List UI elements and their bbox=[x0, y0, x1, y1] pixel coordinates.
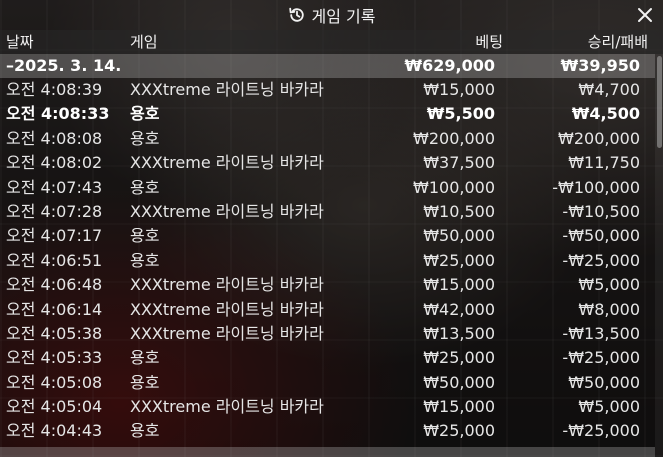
history-row[interactable]: 오전 4:06:51 용호 ₩25,000 -₩25,000 bbox=[0, 249, 655, 273]
row-time: 오전 4:06:14 bbox=[6, 299, 103, 319]
close-icon bbox=[638, 8, 652, 22]
row-time: 오전 4:08:39 bbox=[6, 80, 103, 99]
history-row[interactable]: 오전 4:06:48 XXXtreme 라이트닝 바카라 ₩15,000 ₩5,… bbox=[0, 273, 655, 297]
row-bet: ₩5,500 bbox=[426, 104, 495, 124]
row-time: 오전 4:08:02 bbox=[6, 153, 103, 173]
row-game: XXXtreme 라이트닝 바카라 bbox=[130, 299, 324, 319]
row-result: -₩25,000 bbox=[562, 421, 640, 441]
row-game: XXXtreme 라이트닝 바카라 bbox=[130, 397, 324, 417]
row-time: 오전 4:05:04 bbox=[6, 397, 103, 417]
table-header: 날짜 게임 베팅 승리/패배 bbox=[0, 30, 663, 54]
row-result: ₩5,000 bbox=[578, 275, 640, 295]
history-row[interactable]: 오전 4:05:33 용호 ₩25,000 -₩25,000 bbox=[0, 346, 655, 370]
row-time: 오전 4:06:48 bbox=[6, 275, 103, 295]
row-time: 오전 4:08:33 bbox=[6, 104, 110, 124]
row-game: 용호 bbox=[130, 177, 160, 197]
history-row[interactable]: 오전 4:04:43 용호 ₩25,000 -₩25,000 bbox=[0, 419, 655, 443]
history-row[interactable]: 오전 4:07:43 용호 ₩100,000 -₩100,000 bbox=[0, 176, 655, 200]
page-title: 게임 기록 bbox=[311, 7, 376, 26]
close-button[interactable] bbox=[635, 5, 655, 25]
row-time: 오전 4:07:17 bbox=[6, 226, 103, 246]
row-bet: ₩13,500 bbox=[423, 323, 495, 343]
row-result: ₩5,000 bbox=[578, 397, 640, 417]
history-row[interactable]: 오전 4:08:08 용호 ₩200,000 ₩200,000 bbox=[0, 127, 655, 151]
row-time: 오전 4:08:08 bbox=[6, 128, 103, 148]
header-result: 승리/패배 bbox=[587, 33, 648, 51]
history-row[interactable]: 오전 4:05:38 XXXtreme 라이트닝 바카라 ₩13,500 -₩1… bbox=[0, 322, 655, 346]
next-date-summary-row[interactable] bbox=[0, 447, 655, 457]
row-game: 용호 bbox=[130, 104, 160, 124]
row-time: 오전 4:07:43 bbox=[6, 177, 103, 197]
row-bet: ₩50,000 bbox=[423, 226, 495, 246]
row-bet: ₩25,000 bbox=[423, 421, 495, 441]
row-time: 오전 4:06:51 bbox=[6, 250, 103, 270]
row-result: ₩4,700 bbox=[578, 80, 640, 99]
row-result: ₩4,500 bbox=[571, 104, 640, 124]
row-bet: ₩25,000 bbox=[423, 250, 495, 270]
row-time: 오전 4:04:43 bbox=[6, 421, 103, 441]
row-bet: ₩10,500 bbox=[423, 201, 495, 221]
row-time: 오전 4:07:28 bbox=[6, 201, 103, 221]
row-game: XXXtreme 라이트닝 바카라 bbox=[130, 153, 324, 173]
row-bet: ₩200,000 bbox=[413, 128, 495, 148]
title-bar: 게임 기록 bbox=[0, 0, 663, 30]
row-result: -₩100,000 bbox=[552, 177, 640, 197]
row-game: 용호 bbox=[130, 250, 160, 270]
row-bet: ₩25,000 bbox=[423, 348, 495, 368]
row-result: ₩50,000 bbox=[568, 372, 640, 392]
history-row[interactable]: 오전 4:08:02 XXXtreme 라이트닝 바카라 ₩37,500 ₩11… bbox=[0, 151, 655, 175]
history-row[interactable]: 오전 4:05:08 용호 ₩50,000 ₩50,000 bbox=[0, 371, 655, 395]
row-result: ₩200,000 bbox=[558, 128, 640, 148]
game-history-panel: 게임 기록 날짜 게임 베팅 승리/패배 –2025. 3. 14. ₩629,… bbox=[0, 0, 663, 457]
history-row[interactable]: 오전 4:08:39 XXXtreme 라이트닝 바카라 ₩15,000 ₩4,… bbox=[0, 78, 655, 102]
row-game: 용호 bbox=[130, 348, 160, 368]
history-row[interactable]: 오전 4:08:33 용호 ₩5,500 ₩4,500 bbox=[0, 102, 655, 126]
row-result: -₩10,500 bbox=[562, 201, 640, 221]
header-date: 날짜 bbox=[6, 33, 34, 51]
row-bet: ₩15,000 bbox=[423, 397, 495, 417]
history-row[interactable]: 오전 4:05:04 XXXtreme 라이트닝 바카라 ₩15,000 ₩5,… bbox=[0, 395, 655, 419]
history-list: 오전 4:08:39 XXXtreme 라이트닝 바카라 ₩15,000 ₩4,… bbox=[0, 78, 655, 444]
row-result: ₩8,000 bbox=[578, 299, 640, 319]
row-bet: ₩37,500 bbox=[423, 153, 495, 173]
summary-result: ₩39,950 bbox=[560, 56, 640, 75]
history-icon bbox=[288, 6, 306, 24]
row-game: 용호 bbox=[130, 421, 160, 441]
row-result: -₩25,000 bbox=[562, 348, 640, 368]
row-bet: ₩42,000 bbox=[423, 299, 495, 319]
date-summary-row[interactable]: –2025. 3. 14. ₩629,000 ₩39,950 bbox=[0, 54, 655, 78]
scrollbar-thumb[interactable] bbox=[657, 56, 662, 148]
row-result: -₩50,000 bbox=[562, 226, 640, 246]
row-time: 오전 4:05:08 bbox=[6, 372, 103, 392]
row-bet: ₩50,000 bbox=[423, 372, 495, 392]
header-game: 게임 bbox=[130, 33, 158, 51]
history-row[interactable]: 오전 4:06:14 XXXtreme 라이트닝 바카라 ₩42,000 ₩8,… bbox=[0, 298, 655, 322]
row-result: -₩25,000 bbox=[562, 250, 640, 270]
row-bet: ₩15,000 bbox=[423, 275, 495, 295]
header-bet: 베팅 bbox=[475, 33, 503, 51]
row-result: ₩11,750 bbox=[568, 153, 640, 173]
row-result: -₩13,500 bbox=[562, 323, 640, 343]
row-time: 오전 4:05:33 bbox=[6, 348, 103, 368]
row-bet: ₩15,000 bbox=[423, 80, 495, 99]
history-row[interactable]: 오전 4:07:17 용호 ₩50,000 -₩50,000 bbox=[0, 224, 655, 248]
row-time: 오전 4:05:38 bbox=[6, 323, 103, 343]
row-game: XXXtreme 라이트닝 바카라 bbox=[130, 275, 324, 295]
row-game: XXXtreme 라이트닝 바카라 bbox=[130, 80, 324, 99]
row-game: XXXtreme 라이트닝 바카라 bbox=[130, 323, 324, 343]
summary-date: –2025. 3. 14. bbox=[6, 56, 122, 75]
row-game: 용호 bbox=[130, 128, 160, 148]
row-game: 용호 bbox=[130, 372, 160, 392]
row-bet: ₩100,000 bbox=[413, 177, 495, 197]
row-game: XXXtreme 라이트닝 바카라 bbox=[130, 201, 324, 221]
scrollbar[interactable] bbox=[655, 54, 663, 457]
history-row[interactable]: 오전 4:07:28 XXXtreme 라이트닝 바카라 ₩10,500 -₩1… bbox=[0, 200, 655, 224]
summary-bet: ₩629,000 bbox=[404, 56, 495, 75]
row-game: 용호 bbox=[130, 226, 160, 246]
